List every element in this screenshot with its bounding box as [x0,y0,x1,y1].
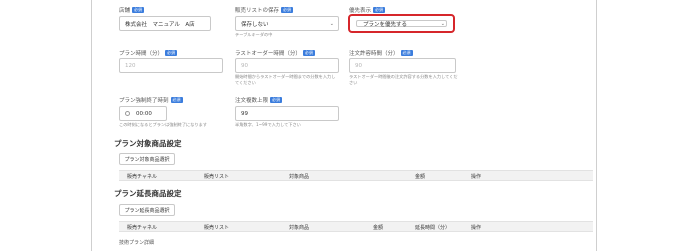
priority-select[interactable]: プランを優先する ⌄ [348,14,455,33]
plan-time-input[interactable]: 120 [119,58,223,73]
plan-time-label: プラン時間（分） [119,51,164,57]
force-end-help: この時刻になるとプランは強制終了になります [119,122,207,127]
priority-label: 優先表示 [349,8,372,14]
sales-list-save-label: 販売リストの保存 [235,8,280,14]
plan-items-title: プラン対象商品設定 [114,139,182,148]
column-header: 延長時間（分） [415,225,451,231]
column-header: 操作 [471,225,482,231]
order-allow-field: 注文許容時間（分） 必須 [349,49,413,57]
last-order-input[interactable]: 90 [235,58,339,73]
sales-list-save-field: 販売リストの保存 必須 [235,6,294,14]
required-badge: 必須 [132,7,145,13]
order-allow-label: 注文許容時間（分） [349,51,399,57]
column-header: 金額 [373,225,384,231]
select-plan-items-button[interactable]: プラン対象商品選択 [119,153,175,165]
column-header: 対象商品 [289,174,310,180]
store-value: 株式会社 マニュアル A店 [125,21,195,28]
last-order-label: ラストオーダー時間（分） [235,51,301,57]
required-badge: 必須 [373,7,386,13]
column-header: 販売チャネル [127,225,157,231]
required-badge: 必須 [281,7,294,13]
priority-select-inner[interactable]: プランを優先する [356,20,447,28]
column-header: 対象商品 [289,225,310,231]
last-order-help: 開始時間からラストオーダー時間までの分数を入力してください [235,74,336,85]
plan-extension-title: プラン延長商品設定 [114,189,182,198]
plan-time-field: プラン時間（分） 必須 [119,49,178,57]
sales-list-save-select[interactable]: 保存しない ⌄ [235,16,339,31]
select-plan-extension-button[interactable]: プラン延長商品選択 [119,204,175,216]
section-label: 技術プラン詳細 [119,240,155,246]
order-allow-input[interactable]: 90 [349,58,456,73]
required-badge: 必須 [170,97,183,103]
store-field: 店舗 必須 [119,6,145,14]
order-limit-input[interactable]: 99 [235,106,339,121]
force-end-label: プラン強制終了時刻 [119,98,169,104]
order-limit-value: 99 [241,110,248,117]
form-panel: 店舗 必須 株式会社 マニュアル A店 販売リストの保存 必須 保存しない ⌄ テー… [91,0,597,251]
priority-value: プランを優先する [363,21,408,28]
plan-extension-table-header: 販売チャネル 販売リスト 対象商品 金額 延長時間（分） 操作 [119,221,593,232]
column-header: 販売リスト [204,174,230,180]
last-order-field: ラストオーダー時間（分） 必須 [235,49,315,57]
order-limit-label: 注文複数上限 [235,98,269,104]
sales-list-save-value: 保存しない [241,21,269,28]
last-order-placeholder: 90 [241,62,248,69]
order-limit-field: 注文複数上限 必須 [235,96,283,104]
column-header: 販売リスト [204,225,230,231]
order-limit-help: 半角数字、1~99で入力して下さい [235,122,301,127]
force-end-time-input[interactable]: 00:00 [119,106,167,121]
order-allow-placeholder: 90 [355,62,362,69]
required-badge: 必須 [400,50,413,56]
store-select[interactable]: 株式会社 マニュアル A店 [119,16,211,31]
column-header: 販売チャネル [127,174,157,180]
force-end-value: 00:00 [136,110,152,117]
sales-list-save-help: テーブルキーダの中 [235,32,273,37]
column-header: 操作 [471,174,482,180]
required-badge: 必須 [302,50,315,56]
chevron-down-icon: ⌄ [329,20,334,27]
force-end-field: プラン強制終了時刻 必須 [119,96,183,104]
store-label: 店舗 [119,8,131,14]
required-badge: 必須 [270,97,283,103]
priority-field: 優先表示 必須 [349,6,386,14]
plan-items-table-header: 販売チャネル 販売リスト 対象商品 金額 操作 [119,170,593,181]
required-badge: 必須 [165,50,178,56]
column-header: 金額 [415,174,426,180]
clock-icon [125,111,130,116]
plan-time-placeholder: 120 [125,62,136,69]
order-allow-help: ラストオーダー時間後の注文許容する分数を入力してください [349,74,458,85]
chevron-down-icon: ⌄ [440,20,445,27]
